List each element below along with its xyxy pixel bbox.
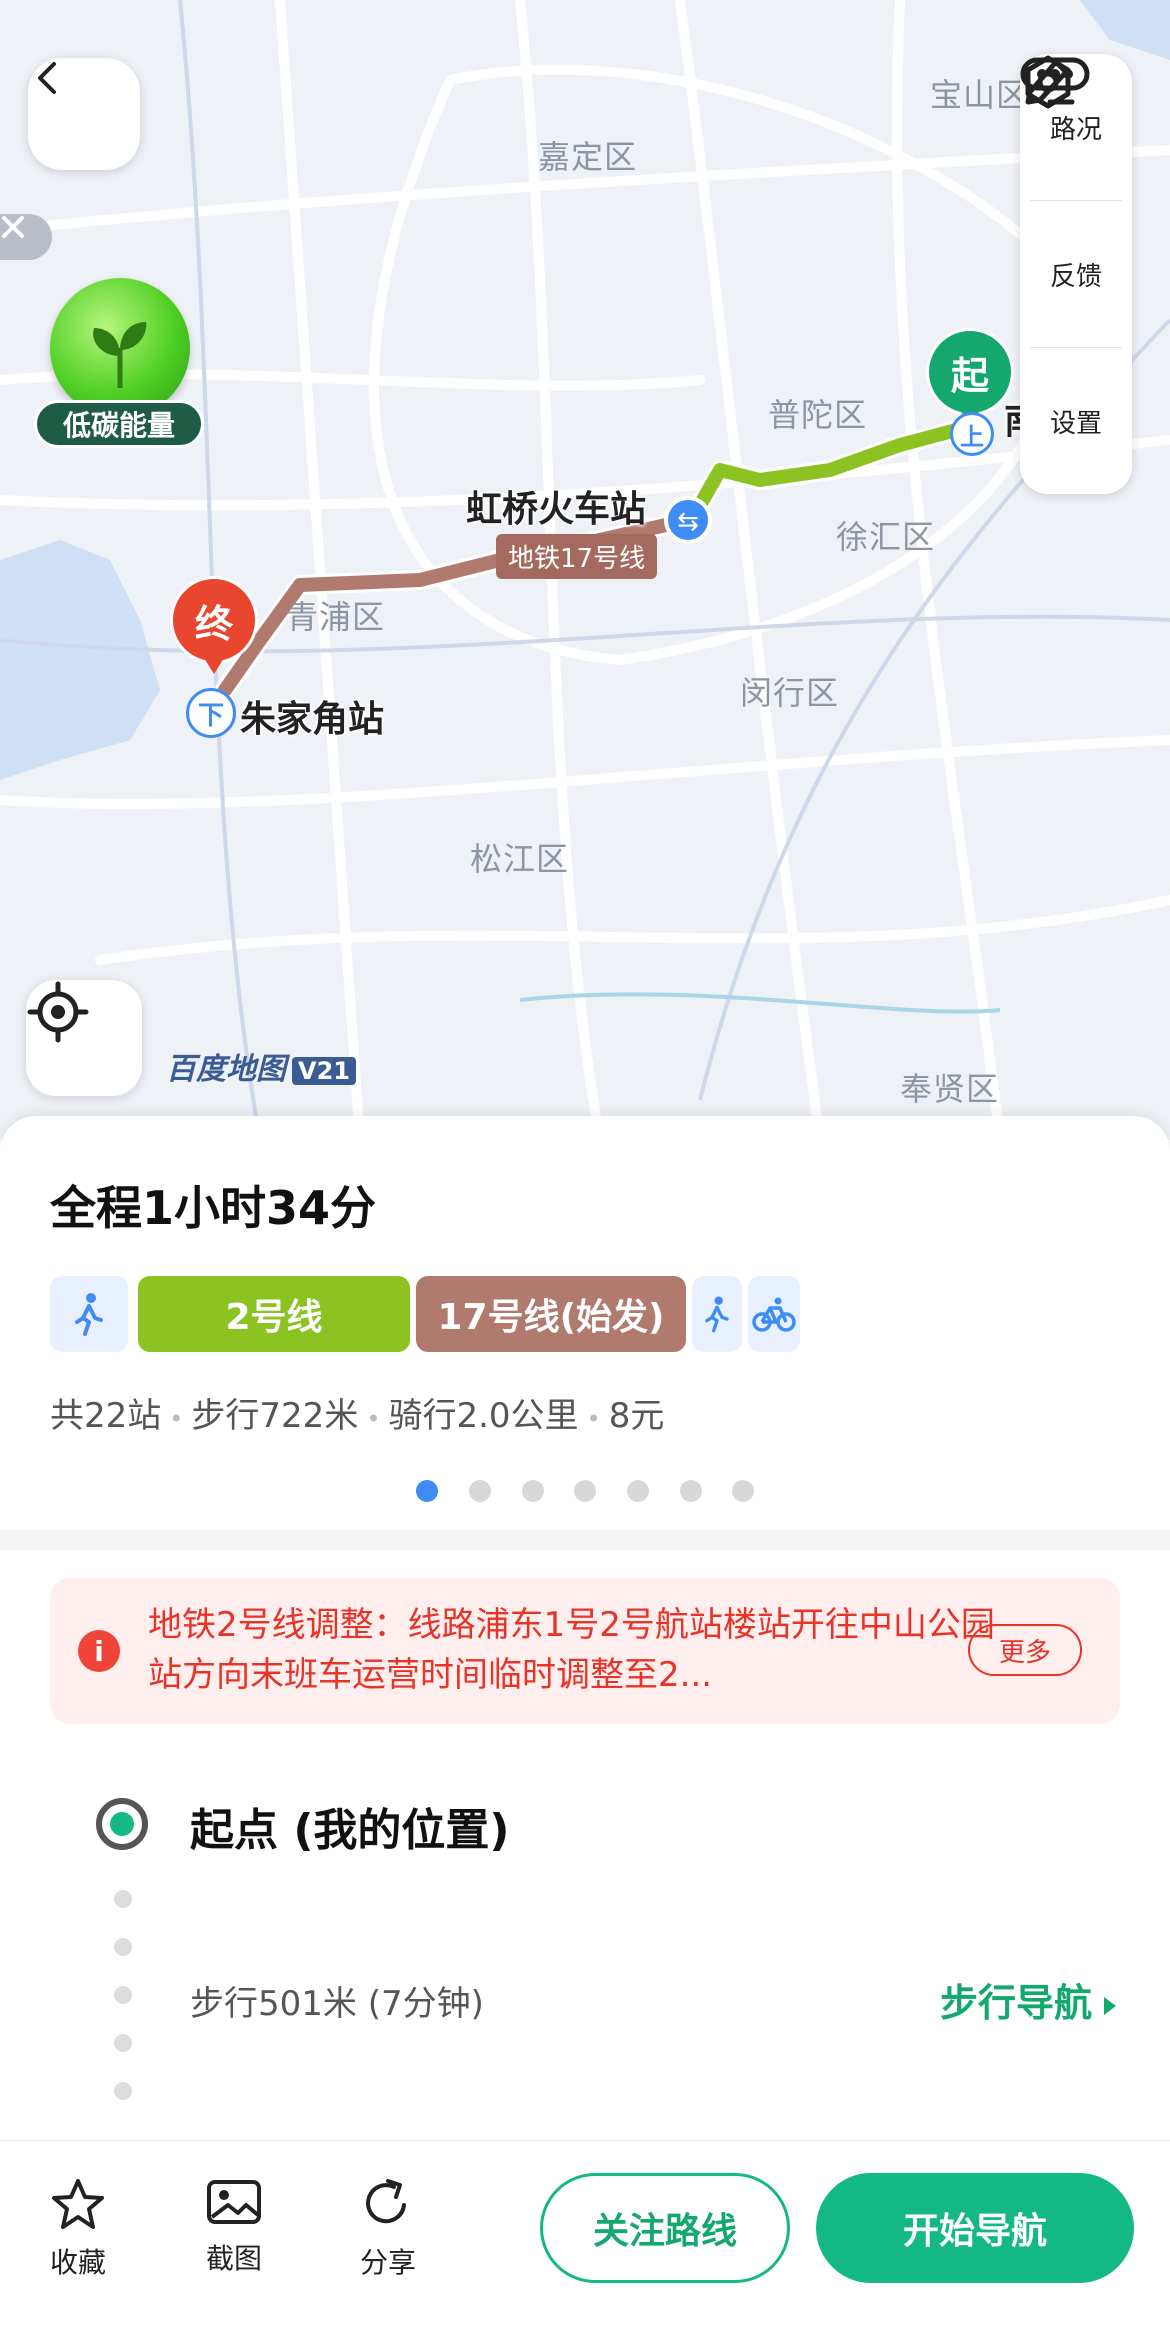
share-label: 分享	[359, 2246, 416, 2279]
locate-button[interactable]	[26, 980, 142, 1096]
gear-icon	[1025, 55, 1071, 109]
step-connector-dot	[114, 1890, 132, 1908]
start-point-label: 起点 (我的位置)	[190, 1805, 510, 1856]
route-segments[interactable]: 2号线 17号线(始发)	[50, 1276, 1122, 1352]
pager-dot[interactable]	[680, 1480, 702, 1502]
pager-dot[interactable]	[732, 1480, 754, 1502]
triangle-right-icon	[1104, 1996, 1117, 2015]
start-navigation-button[interactable]: 开始导航	[816, 2173, 1134, 2283]
more-button[interactable]: 更多	[968, 1624, 1082, 1676]
eco-label: 低碳能量	[34, 400, 204, 448]
share-button[interactable]: 分享	[338, 2177, 438, 2281]
walk-step-text: 步行501米 (7分钟)	[190, 1984, 484, 2024]
settings-button[interactable]: 设置	[1020, 55, 1132, 494]
bottom-action-bar: 收藏 截图 分享 关注路线 开始导航	[0, 2140, 1170, 2346]
walk-icon	[705, 1296, 729, 1333]
info-icon: i	[78, 1630, 120, 1672]
pager-dot[interactable]	[627, 1480, 649, 1502]
feedback-button[interactable]: 反馈	[1020, 59, 1132, 347]
map-view[interactable]: ⇆ 宝山区 嘉定区 普陀区 徐汇区 青浦区 闵行区 松江区 奉贤区 虹桥火车站 …	[0, 0, 1170, 1140]
walk-icon	[75, 1293, 103, 1336]
chevron-left-icon	[38, 62, 56, 94]
district-label: 嘉定区	[538, 138, 638, 176]
map-tools-panel: 路况 反馈 设置	[1020, 54, 1132, 494]
district-label: 奉贤区	[900, 1070, 1000, 1108]
pager-dot[interactable]	[574, 1480, 596, 1502]
settings-label: 设置	[1049, 408, 1102, 439]
favorite-button[interactable]: 收藏	[28, 2177, 128, 2281]
end-marker-label: 终	[170, 576, 258, 664]
favorite-label: 收藏	[49, 2246, 106, 2279]
step-connector-dot	[114, 2034, 132, 2052]
share-icon	[366, 2179, 406, 2224]
feedback-label: 反馈	[1049, 261, 1102, 292]
pager-dot-active[interactable]	[416, 1480, 438, 1502]
end-marker[interactable]: 终	[170, 576, 258, 680]
traffic-label: 路况	[1049, 114, 1102, 145]
walk-distance: 步行722米	[191, 1396, 359, 1436]
line-2-segment[interactable]: 2号线	[138, 1276, 410, 1352]
star-icon	[52, 2179, 104, 2229]
section-divider	[0, 1530, 1170, 1550]
close-eco-button[interactable]	[0, 214, 52, 260]
follow-route-button[interactable]: 关注路线	[540, 2173, 790, 2283]
district-label: 松江区	[470, 840, 570, 878]
district-label: 闵行区	[740, 674, 840, 712]
locate-icon	[27, 981, 89, 1043]
notice-text: 地铁2号线调整：线路浦东1号2号航站楼站开往中山公园站方向末班车运营时间临时调整…	[148, 1605, 995, 1695]
step-connector-dot	[114, 1938, 132, 1956]
step-connector-dot	[114, 1986, 132, 2004]
station-label-hongqiao[interactable]: 虹桥火车站	[466, 480, 646, 532]
svg-text:⇆: ⇆	[677, 507, 699, 537]
pager-dot[interactable]	[522, 1480, 544, 1502]
route-summary: 共22站 • 步行722米 • 骑行2.0公里 • 8元	[50, 1396, 665, 1436]
bike-distance: 骑行2.0公里	[388, 1396, 579, 1436]
station-count: 共22站	[50, 1396, 162, 1436]
station-label-zhujiajiao[interactable]: 朱家角站	[240, 690, 384, 742]
service-notice[interactable]: i 地铁2号线调整：线路浦东1号2号航站楼站开往中山公园站方向末班车运营时间临时…	[50, 1578, 1120, 1724]
start-point-icon	[96, 1798, 148, 1850]
route-pager[interactable]	[412, 1480, 762, 1502]
start-marker-label: 起	[926, 328, 1014, 416]
bike-segment[interactable]	[748, 1276, 800, 1352]
step-connector-dot	[114, 2082, 132, 2100]
screenshot-button[interactable]: 截图	[184, 2177, 284, 2277]
district-label: 青浦区	[286, 598, 386, 636]
close-icon	[2, 216, 24, 238]
pager-dot[interactable]	[469, 1480, 491, 1502]
alight-marker: 下	[186, 688, 236, 738]
back-button[interactable]	[28, 58, 140, 170]
image-icon	[207, 2180, 261, 2224]
line-tag: 地铁17号线	[496, 534, 658, 579]
bike-icon	[752, 1297, 796, 1332]
total-time: 全程1小时34分	[50, 1181, 377, 1235]
walk-segment[interactable]	[50, 1276, 128, 1352]
plant-icon	[50, 278, 190, 418]
screenshot-label: 截图	[205, 2242, 262, 2275]
board-marker: 上	[950, 412, 994, 456]
brand-logo: 百度地图 V21	[166, 1044, 356, 1088]
walk-segment[interactable]	[692, 1276, 742, 1352]
district-label: 普陀区	[768, 396, 868, 434]
fare: 8元	[608, 1396, 665, 1436]
line-17-segment[interactable]: 17号线(始发)	[416, 1276, 686, 1352]
walk-navigation-link[interactable]: 步行导航	[940, 1972, 1117, 2027]
district-label: 宝山区	[930, 76, 1030, 114]
district-label: 徐汇区	[836, 518, 936, 556]
eco-energy-widget[interactable]: 低碳能量	[34, 268, 204, 454]
